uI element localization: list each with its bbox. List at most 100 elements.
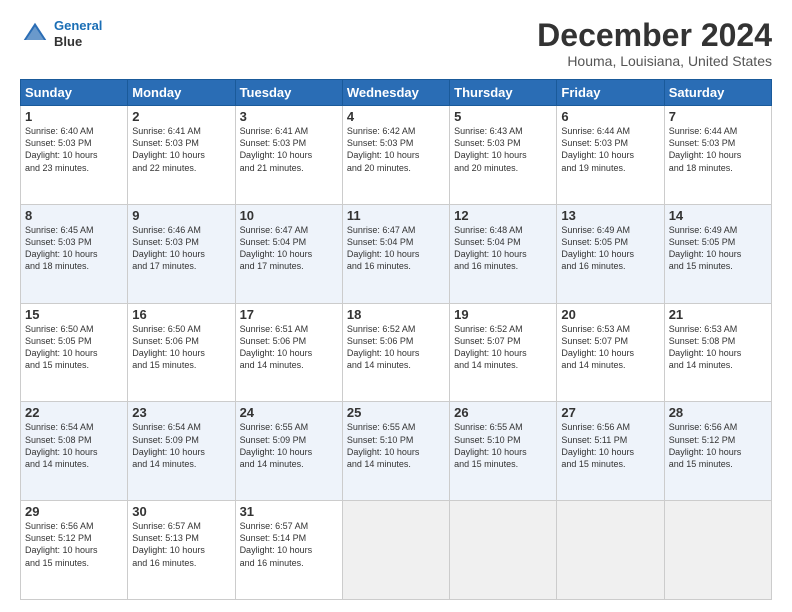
- day-number: 27: [561, 405, 659, 420]
- day-cell-5: 5Sunrise: 6:43 AMSunset: 5:03 PMDaylight…: [450, 106, 557, 205]
- col-header-wednesday: Wednesday: [342, 80, 449, 106]
- week-row-3: 15Sunrise: 6:50 AMSunset: 5:05 PMDayligh…: [21, 303, 772, 402]
- logo-icon: [20, 19, 50, 49]
- day-info: Sunrise: 6:54 AMSunset: 5:08 PMDaylight:…: [25, 421, 123, 470]
- day-cell-9: 9Sunrise: 6:46 AMSunset: 5:03 PMDaylight…: [128, 204, 235, 303]
- day-info: Sunrise: 6:41 AMSunset: 5:03 PMDaylight:…: [240, 125, 338, 174]
- day-cell-26: 26Sunrise: 6:55 AMSunset: 5:10 PMDayligh…: [450, 402, 557, 501]
- col-header-saturday: Saturday: [664, 80, 771, 106]
- day-cell-11: 11Sunrise: 6:47 AMSunset: 5:04 PMDayligh…: [342, 204, 449, 303]
- col-header-monday: Monday: [128, 80, 235, 106]
- day-number: 23: [132, 405, 230, 420]
- day-info: Sunrise: 6:56 AMSunset: 5:12 PMDaylight:…: [25, 520, 123, 569]
- day-info: Sunrise: 6:54 AMSunset: 5:09 PMDaylight:…: [132, 421, 230, 470]
- day-number: 3: [240, 109, 338, 124]
- empty-cell: [664, 501, 771, 600]
- day-cell-15: 15Sunrise: 6:50 AMSunset: 5:05 PMDayligh…: [21, 303, 128, 402]
- day-info: Sunrise: 6:47 AMSunset: 5:04 PMDaylight:…: [240, 224, 338, 273]
- day-cell-25: 25Sunrise: 6:55 AMSunset: 5:10 PMDayligh…: [342, 402, 449, 501]
- day-info: Sunrise: 6:47 AMSunset: 5:04 PMDaylight:…: [347, 224, 445, 273]
- day-cell-2: 2Sunrise: 6:41 AMSunset: 5:03 PMDaylight…: [128, 106, 235, 205]
- day-number: 5: [454, 109, 552, 124]
- day-number: 7: [669, 109, 767, 124]
- main-title: December 2024: [537, 18, 772, 53]
- empty-cell: [557, 501, 664, 600]
- day-cell-4: 4Sunrise: 6:42 AMSunset: 5:03 PMDaylight…: [342, 106, 449, 205]
- day-number: 10: [240, 208, 338, 223]
- day-number: 1: [25, 109, 123, 124]
- day-cell-14: 14Sunrise: 6:49 AMSunset: 5:05 PMDayligh…: [664, 204, 771, 303]
- calendar-table: SundayMondayTuesdayWednesdayThursdayFrid…: [20, 79, 772, 600]
- empty-cell: [342, 501, 449, 600]
- day-number: 28: [669, 405, 767, 420]
- week-row-4: 22Sunrise: 6:54 AMSunset: 5:08 PMDayligh…: [21, 402, 772, 501]
- col-header-tuesday: Tuesday: [235, 80, 342, 106]
- day-info: Sunrise: 6:44 AMSunset: 5:03 PMDaylight:…: [561, 125, 659, 174]
- day-info: Sunrise: 6:49 AMSunset: 5:05 PMDaylight:…: [669, 224, 767, 273]
- day-number: 29: [25, 504, 123, 519]
- subtitle: Houma, Louisiana, United States: [537, 53, 772, 69]
- day-number: 18: [347, 307, 445, 322]
- day-number: 12: [454, 208, 552, 223]
- day-number: 20: [561, 307, 659, 322]
- header: General Blue December 2024 Houma, Louisi…: [20, 18, 772, 69]
- week-row-2: 8Sunrise: 6:45 AMSunset: 5:03 PMDaylight…: [21, 204, 772, 303]
- day-number: 31: [240, 504, 338, 519]
- day-info: Sunrise: 6:46 AMSunset: 5:03 PMDaylight:…: [132, 224, 230, 273]
- col-header-thursday: Thursday: [450, 80, 557, 106]
- day-info: Sunrise: 6:44 AMSunset: 5:03 PMDaylight:…: [669, 125, 767, 174]
- day-number: 14: [669, 208, 767, 223]
- day-info: Sunrise: 6:52 AMSunset: 5:06 PMDaylight:…: [347, 323, 445, 372]
- day-info: Sunrise: 6:55 AMSunset: 5:10 PMDaylight:…: [454, 421, 552, 470]
- day-info: Sunrise: 6:41 AMSunset: 5:03 PMDaylight:…: [132, 125, 230, 174]
- title-block: December 2024 Houma, Louisiana, United S…: [537, 18, 772, 69]
- day-cell-3: 3Sunrise: 6:41 AMSunset: 5:03 PMDaylight…: [235, 106, 342, 205]
- empty-cell: [450, 501, 557, 600]
- day-info: Sunrise: 6:42 AMSunset: 5:03 PMDaylight:…: [347, 125, 445, 174]
- day-info: Sunrise: 6:53 AMSunset: 5:08 PMDaylight:…: [669, 323, 767, 372]
- col-header-friday: Friday: [557, 80, 664, 106]
- day-number: 26: [454, 405, 552, 420]
- logo-text: General Blue: [54, 18, 102, 49]
- day-info: Sunrise: 6:55 AMSunset: 5:10 PMDaylight:…: [347, 421, 445, 470]
- day-number: 17: [240, 307, 338, 322]
- day-number: 6: [561, 109, 659, 124]
- day-number: 22: [25, 405, 123, 420]
- day-info: Sunrise: 6:49 AMSunset: 5:05 PMDaylight:…: [561, 224, 659, 273]
- day-number: 11: [347, 208, 445, 223]
- day-info: Sunrise: 6:45 AMSunset: 5:03 PMDaylight:…: [25, 224, 123, 273]
- day-info: Sunrise: 6:43 AMSunset: 5:03 PMDaylight:…: [454, 125, 552, 174]
- day-number: 15: [25, 307, 123, 322]
- day-cell-13: 13Sunrise: 6:49 AMSunset: 5:05 PMDayligh…: [557, 204, 664, 303]
- day-cell-28: 28Sunrise: 6:56 AMSunset: 5:12 PMDayligh…: [664, 402, 771, 501]
- page: General Blue December 2024 Houma, Louisi…: [0, 0, 792, 612]
- week-row-5: 29Sunrise: 6:56 AMSunset: 5:12 PMDayligh…: [21, 501, 772, 600]
- day-info: Sunrise: 6:55 AMSunset: 5:09 PMDaylight:…: [240, 421, 338, 470]
- day-number: 24: [240, 405, 338, 420]
- day-info: Sunrise: 6:51 AMSunset: 5:06 PMDaylight:…: [240, 323, 338, 372]
- day-number: 21: [669, 307, 767, 322]
- day-info: Sunrise: 6:50 AMSunset: 5:06 PMDaylight:…: [132, 323, 230, 372]
- day-number: 4: [347, 109, 445, 124]
- day-info: Sunrise: 6:52 AMSunset: 5:07 PMDaylight:…: [454, 323, 552, 372]
- day-cell-16: 16Sunrise: 6:50 AMSunset: 5:06 PMDayligh…: [128, 303, 235, 402]
- day-number: 8: [25, 208, 123, 223]
- day-number: 16: [132, 307, 230, 322]
- day-number: 13: [561, 208, 659, 223]
- day-cell-1: 1Sunrise: 6:40 AMSunset: 5:03 PMDaylight…: [21, 106, 128, 205]
- day-number: 2: [132, 109, 230, 124]
- day-info: Sunrise: 6:40 AMSunset: 5:03 PMDaylight:…: [25, 125, 123, 174]
- day-info: Sunrise: 6:48 AMSunset: 5:04 PMDaylight:…: [454, 224, 552, 273]
- day-cell-31: 31Sunrise: 6:57 AMSunset: 5:14 PMDayligh…: [235, 501, 342, 600]
- day-cell-27: 27Sunrise: 6:56 AMSunset: 5:11 PMDayligh…: [557, 402, 664, 501]
- day-cell-20: 20Sunrise: 6:53 AMSunset: 5:07 PMDayligh…: [557, 303, 664, 402]
- day-cell-10: 10Sunrise: 6:47 AMSunset: 5:04 PMDayligh…: [235, 204, 342, 303]
- day-number: 25: [347, 405, 445, 420]
- day-cell-7: 7Sunrise: 6:44 AMSunset: 5:03 PMDaylight…: [664, 106, 771, 205]
- day-cell-12: 12Sunrise: 6:48 AMSunset: 5:04 PMDayligh…: [450, 204, 557, 303]
- day-number: 19: [454, 307, 552, 322]
- day-info: Sunrise: 6:56 AMSunset: 5:12 PMDaylight:…: [669, 421, 767, 470]
- col-header-sunday: Sunday: [21, 80, 128, 106]
- day-cell-22: 22Sunrise: 6:54 AMSunset: 5:08 PMDayligh…: [21, 402, 128, 501]
- day-number: 30: [132, 504, 230, 519]
